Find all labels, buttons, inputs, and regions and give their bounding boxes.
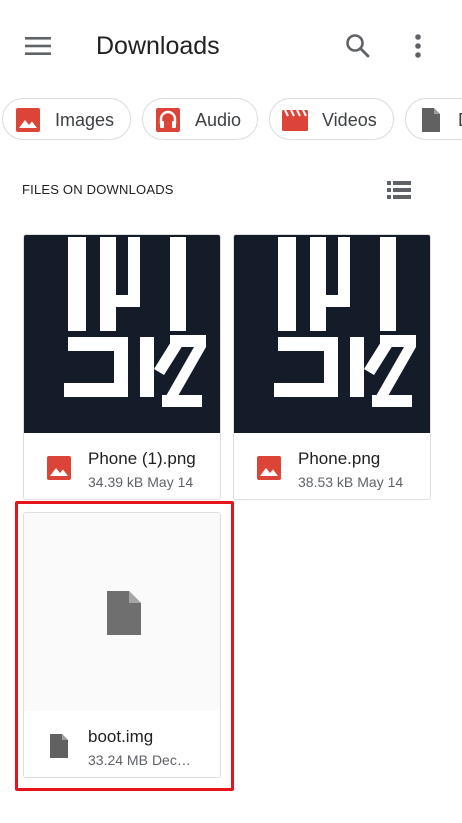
file-name: Phone.png bbox=[298, 449, 381, 468]
list-view-icon[interactable] bbox=[384, 176, 414, 204]
file-meta: 38.53 kB May 14 bbox=[298, 473, 403, 491]
file-name: Phone (1).png bbox=[88, 449, 196, 468]
chip-label: Videos bbox=[322, 110, 377, 130]
file-date: May 14 bbox=[357, 474, 404, 490]
chip-label: D bbox=[458, 109, 462, 131]
page-title: Downloads bbox=[96, 32, 220, 60]
file-card[interactable]: boot.img 33.24 MB Dec… bbox=[23, 512, 221, 778]
image-icon bbox=[256, 455, 282, 481]
file-size: 33.24 MB bbox=[88, 752, 148, 768]
chip-documents[interactable]: D bbox=[405, 98, 462, 140]
file-name: boot.img bbox=[88, 727, 154, 746]
file-size: 38.53 kB bbox=[298, 474, 354, 490]
file-date: May 14 bbox=[147, 474, 194, 490]
file-thumbnail bbox=[24, 235, 220, 433]
hamburger-menu-icon[interactable] bbox=[22, 30, 54, 62]
movie-icon bbox=[282, 107, 308, 133]
file-meta: 33.24 MB Dec… bbox=[88, 751, 191, 769]
document-icon bbox=[105, 591, 141, 640]
file-size: 34.39 kB bbox=[88, 474, 144, 490]
category-chips: Images Audio Videos D bbox=[0, 98, 462, 142]
more-vert-icon[interactable] bbox=[402, 30, 434, 62]
search-icon[interactable] bbox=[342, 30, 374, 62]
section-header: FILES ON DOWNLOADS bbox=[22, 182, 174, 197]
chip-label: Images bbox=[55, 110, 115, 130]
file-card[interactable]: Phone.png 38.53 kB May 14 bbox=[233, 234, 431, 500]
app-bar: Downloads bbox=[0, 0, 462, 92]
chip-videos[interactable]: Videos bbox=[269, 98, 394, 140]
file-thumbnail bbox=[234, 235, 430, 433]
chip-label: Audio bbox=[195, 110, 242, 130]
file-date: Dec… bbox=[151, 752, 191, 768]
file-card[interactable]: Phone (1).png 34.39 kB May 14 bbox=[23, 234, 221, 500]
file-thumbnail bbox=[24, 513, 220, 711]
file-meta: 34.39 kB May 14 bbox=[88, 473, 193, 491]
document-icon bbox=[46, 733, 72, 759]
chip-images[interactable]: Images bbox=[2, 98, 131, 140]
document-icon bbox=[418, 107, 444, 133]
chip-audio[interactable]: Audio bbox=[142, 98, 258, 140]
image-icon bbox=[15, 107, 41, 133]
headphones-icon bbox=[155, 107, 181, 133]
image-icon bbox=[46, 455, 72, 481]
